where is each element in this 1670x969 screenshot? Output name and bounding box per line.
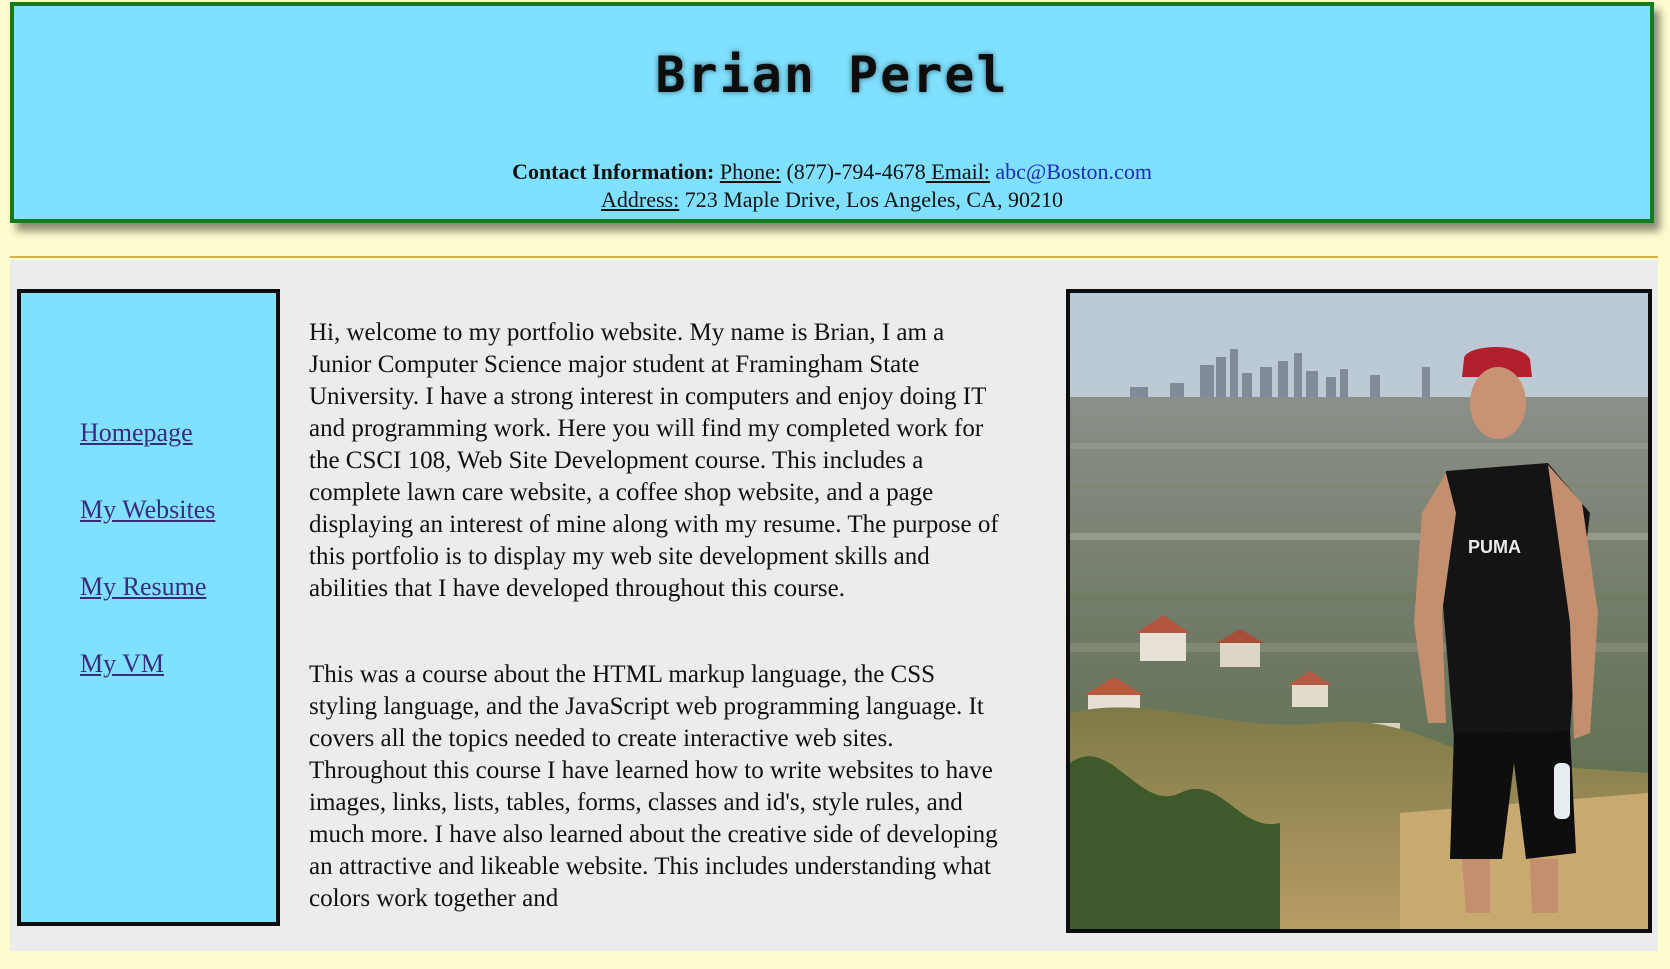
- nav-item-my-vm: My VM: [80, 651, 215, 728]
- shirt-logo: PUMA: [1468, 537, 1521, 557]
- nav-link-homepage[interactable]: Homepage: [80, 418, 193, 447]
- site-header: Brian Perel Contact Information: Phone: …: [10, 2, 1654, 223]
- email-label: Email:: [925, 159, 990, 184]
- nav-item-my-websites: My Websites: [80, 497, 215, 574]
- nav-link-my-vm[interactable]: My VM: [80, 649, 164, 678]
- nav-link-my-websites[interactable]: My Websites: [80, 495, 215, 524]
- profile-photo: PUMA: [1066, 289, 1652, 933]
- nav-list: Homepage My Websites My Resume My VM: [80, 420, 215, 728]
- course-paragraph: This was a course about the HTML markup …: [309, 661, 998, 912]
- contact-info: Contact Information: Phone: (877)-794-46…: [14, 158, 1650, 214]
- site-title: Brian Perel: [655, 46, 1009, 104]
- nav-link-my-resume[interactable]: My Resume: [80, 572, 206, 601]
- header-separator: [10, 256, 1658, 258]
- nav-item-my-resume: My Resume: [80, 574, 215, 651]
- contact-line-1: Contact Information: Phone: (877)-794-46…: [14, 158, 1650, 186]
- address-label: Address:: [601, 187, 680, 212]
- sidebar-nav: Homepage My Websites My Resume My VM: [17, 289, 280, 926]
- photo-illustration: PUMA: [1070, 293, 1648, 929]
- main-content: Hi, welcome to my portfolio website. My …: [309, 317, 999, 969]
- page: Brian Perel Contact Information: Phone: …: [0, 0, 1670, 951]
- phone-value: (877)-794-4678: [780, 159, 926, 184]
- email-link[interactable]: abc@Boston.com: [995, 159, 1152, 184]
- address-value: 723 Maple Drive, Los Angeles, CA, 90210: [679, 187, 1063, 212]
- phone-label: Phone:: [719, 159, 781, 184]
- contact-label: Contact Information:: [512, 159, 715, 184]
- contact-line-2: Address: 723 Maple Drive, Los Angeles, C…: [14, 186, 1650, 214]
- intro-paragraph: Hi, welcome to my portfolio website. My …: [309, 319, 999, 602]
- nav-item-homepage: Homepage: [80, 420, 215, 497]
